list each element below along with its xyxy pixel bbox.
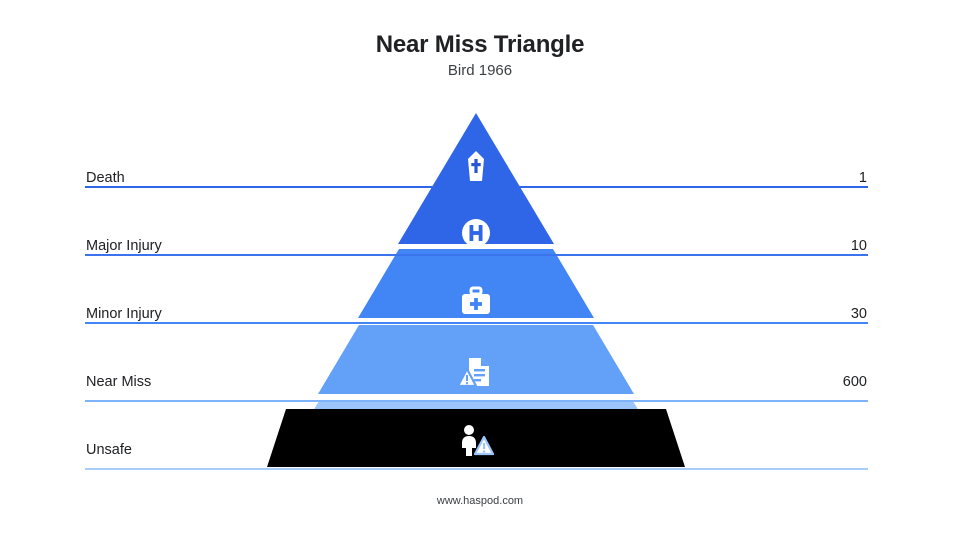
pyramid-graphic xyxy=(0,0,960,540)
row-value-major-injury: 10 xyxy=(850,238,867,254)
row-label-death: Death xyxy=(86,170,125,186)
row-value-death: 1 xyxy=(858,170,867,186)
row-label-major-injury: Major Injury xyxy=(86,238,162,254)
chart-canvas: Near Miss Triangle Bird 1966 Death 1 Maj… xyxy=(0,0,960,540)
coffin-icon xyxy=(463,150,489,182)
unsafe-person-icon xyxy=(458,424,495,456)
row-divider xyxy=(85,322,868,324)
row-value-near-miss: 600 xyxy=(842,374,867,390)
row-label-near-miss: Near Miss xyxy=(86,374,152,390)
pyramid-svg xyxy=(267,113,685,467)
row-divider xyxy=(85,254,868,256)
row-value-minor-injury: 30 xyxy=(850,306,867,322)
first-aid-kit-icon xyxy=(460,286,492,316)
row-label-minor-injury: Minor Injury xyxy=(86,306,162,322)
row-divider xyxy=(85,186,868,188)
hospital-icon xyxy=(461,218,491,248)
row-label-unsafe: Unsafe xyxy=(86,442,132,458)
source-attribution: www.haspod.com xyxy=(436,495,524,507)
row-divider xyxy=(85,400,868,402)
near-miss-report-icon xyxy=(456,356,493,388)
row-divider xyxy=(85,468,868,470)
